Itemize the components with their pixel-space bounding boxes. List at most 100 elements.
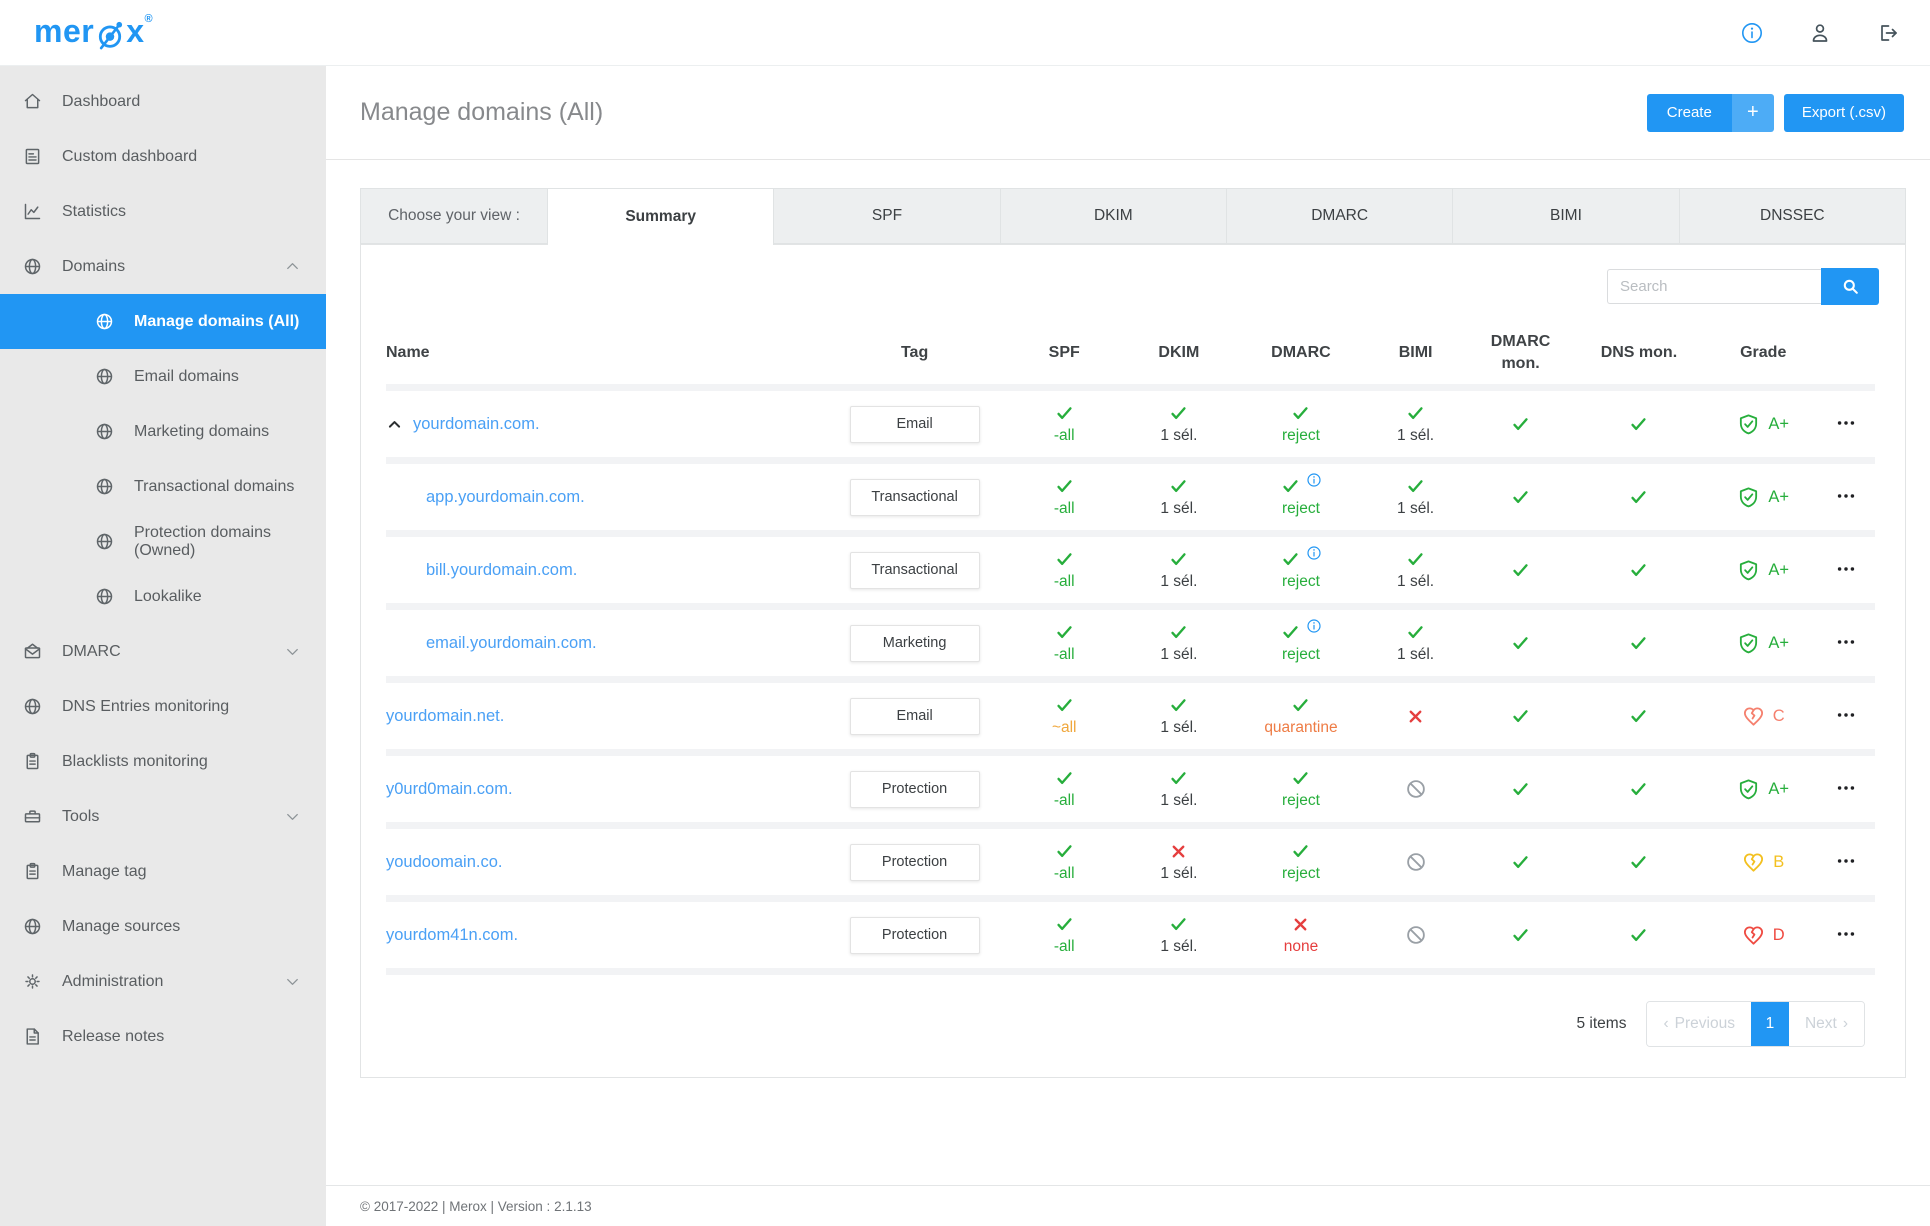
column-header-dmarc: DMARC	[1271, 343, 1331, 361]
ellipsis-icon	[1835, 850, 1857, 875]
user-icon[interactable]	[1808, 21, 1832, 45]
tag-badge: Transactional	[849, 551, 980, 589]
sidebar-item-lookalike[interactable]: Lookalike	[0, 569, 326, 624]
sidebar-item-label: Email domains	[134, 367, 239, 385]
table-row: yourdomain.net. Email ~all 1 sél. quarantine…	[386, 683, 1875, 756]
shield-check-icon	[1737, 413, 1760, 436]
row-menu-button[interactable]	[1833, 776, 1859, 802]
tag-badge: Transactional	[849, 478, 980, 516]
domain-link[interactable]: youdoomain.co.	[386, 853, 503, 872]
current-page-button[interactable]: 1	[1750, 1002, 1789, 1046]
sidebar-item-release-notes[interactable]: Release notes	[0, 1009, 326, 1064]
grade-cell: A+	[1710, 632, 1817, 655]
tag-cell: Transactional	[815, 551, 1015, 589]
actions-cell	[1817, 703, 1875, 729]
pagination: 5 items ‹ Previous 1 Next ›	[361, 1001, 1865, 1047]
x-mark-icon	[1290, 915, 1311, 934]
dns-mon-status-cell	[1568, 780, 1709, 799]
dmarc-mon-status-cell	[1473, 561, 1568, 580]
tab-bimi[interactable]: BIMI	[1453, 188, 1680, 244]
check-icon	[1405, 623, 1426, 642]
info-icon[interactable]	[1306, 618, 1322, 634]
info-icon[interactable]	[1740, 21, 1764, 45]
previous-page-button[interactable]: ‹ Previous	[1647, 1002, 1751, 1046]
status-label: -all	[1053, 791, 1075, 809]
search-button[interactable]	[1821, 268, 1879, 305]
check-icon	[1280, 550, 1301, 569]
sidebar-item-blacklists-monitoring[interactable]: Blacklists monitoring	[0, 734, 326, 789]
clipboard-icon	[22, 751, 43, 772]
row-menu-button[interactable]	[1833, 849, 1859, 875]
tab-spf[interactable]: SPF	[774, 188, 1001, 244]
grade-letter: C	[1772, 706, 1785, 725]
tab-dkim[interactable]: DKIM	[1000, 188, 1227, 244]
check-icon	[1290, 696, 1311, 715]
create-button[interactable]: Create +	[1646, 93, 1774, 132]
row-menu-button[interactable]	[1833, 411, 1859, 437]
dns-mon-status-cell	[1568, 707, 1709, 726]
sidebar-item-dns-entries-monitoring[interactable]: DNS Entries monitoring	[0, 679, 326, 734]
sidebar-item-label: Marketing domains	[134, 422, 270, 440]
domain-link[interactable]: bill.yourdomain.com.	[426, 561, 577, 580]
tab-dmarc[interactable]: DMARC	[1226, 188, 1454, 244]
tag-cell: Protection	[815, 916, 1015, 954]
check-icon	[1168, 915, 1189, 934]
sidebar-item-tools[interactable]: Tools	[0, 789, 326, 844]
sidebar-item-manage-domains-all[interactable]: Manage domains (All)	[0, 294, 326, 349]
sidebar-item-dashboard[interactable]: Dashboard	[0, 74, 326, 129]
domain-link[interactable]: yourdomain.net.	[386, 707, 504, 726]
status-label: -all	[1053, 426, 1075, 444]
row-menu-button[interactable]	[1833, 557, 1859, 583]
row-menu-button[interactable]	[1833, 703, 1859, 729]
domain-link[interactable]: email.yourdomain.com.	[426, 634, 597, 653]
check-icon	[1054, 769, 1075, 788]
collapse-caret-icon[interactable]	[386, 416, 403, 433]
spf-status-cell: -all	[1014, 769, 1114, 810]
row-menu-button[interactable]	[1833, 484, 1859, 510]
sidebar-item-statistics[interactable]: Statistics	[0, 184, 326, 239]
sidebar-item-label: Release notes	[62, 1027, 165, 1045]
ellipsis-icon	[1835, 412, 1857, 437]
sidebar-item-label: Protection domains (Owned)	[134, 523, 271, 559]
chart-icon	[22, 201, 43, 222]
column-header-name: Name	[386, 343, 430, 361]
tab-summary[interactable]: Summary	[548, 188, 775, 245]
export-csv-button[interactable]: Export (.csv)	[1783, 93, 1904, 132]
sidebar-item-manage-tag[interactable]: Manage tag	[0, 844, 326, 899]
sidebar-item-manage-sources[interactable]: Manage sources	[0, 899, 326, 954]
sidebar-item-dmarc[interactable]: DMARC	[0, 624, 326, 679]
info-icon[interactable]	[1306, 472, 1322, 488]
sidebar-item-transactional-domains[interactable]: Transactional domains	[0, 459, 326, 514]
domain-link[interactable]: y0urd0main.com.	[386, 780, 513, 799]
next-page-button[interactable]: Next ›	[1788, 1002, 1864, 1046]
ban-icon	[1405, 924, 1427, 946]
check-icon	[1510, 415, 1531, 434]
broken-heart-icon	[1742, 924, 1765, 947]
sidebar-item-administration[interactable]: Administration	[0, 954, 326, 1009]
sidebar: Dashboard Custom dashboard Statistics Domai…	[0, 66, 326, 1226]
table-row: youdoomain.co. Protection -all 1 sél. reject…	[386, 829, 1875, 902]
spf-status-cell: -all	[1014, 404, 1114, 445]
sidebar-item-domains[interactable]: Domains	[0, 239, 326, 294]
row-menu-button[interactable]	[1833, 630, 1859, 656]
domain-link[interactable]: app.yourdomain.com.	[426, 488, 585, 507]
tab-dnssec[interactable]: DNSSEC	[1679, 188, 1906, 244]
ban-icon	[1405, 851, 1427, 873]
sidebar-item-marketing-domains[interactable]: Marketing domains	[0, 404, 326, 459]
merox-logo[interactable]: mer x ®	[34, 11, 153, 54]
sidebar-item-protection-domains-owned[interactable]: Protection domains (Owned)	[0, 514, 326, 569]
search-input[interactable]	[1607, 269, 1821, 304]
domain-link[interactable]: yourdomain.com.	[413, 415, 540, 434]
domain-link[interactable]: yourdom41n.com.	[386, 926, 518, 945]
status-label: reject	[1281, 645, 1320, 663]
check-icon	[1405, 404, 1426, 423]
info-icon[interactable]	[1306, 545, 1322, 561]
row-menu-button[interactable]	[1833, 922, 1859, 948]
check-icon	[1168, 550, 1189, 569]
sidebar-item-email-domains[interactable]: Email domains	[0, 349, 326, 404]
sidebar-item-custom-dashboard[interactable]: Custom dashboard	[0, 129, 326, 184]
logout-icon[interactable]	[1876, 21, 1900, 45]
check-icon	[1168, 404, 1189, 423]
copyright-text: © 2017-2022 | Merox | Version : 2.1.13	[360, 1198, 592, 1214]
check-icon	[1168, 623, 1189, 642]
